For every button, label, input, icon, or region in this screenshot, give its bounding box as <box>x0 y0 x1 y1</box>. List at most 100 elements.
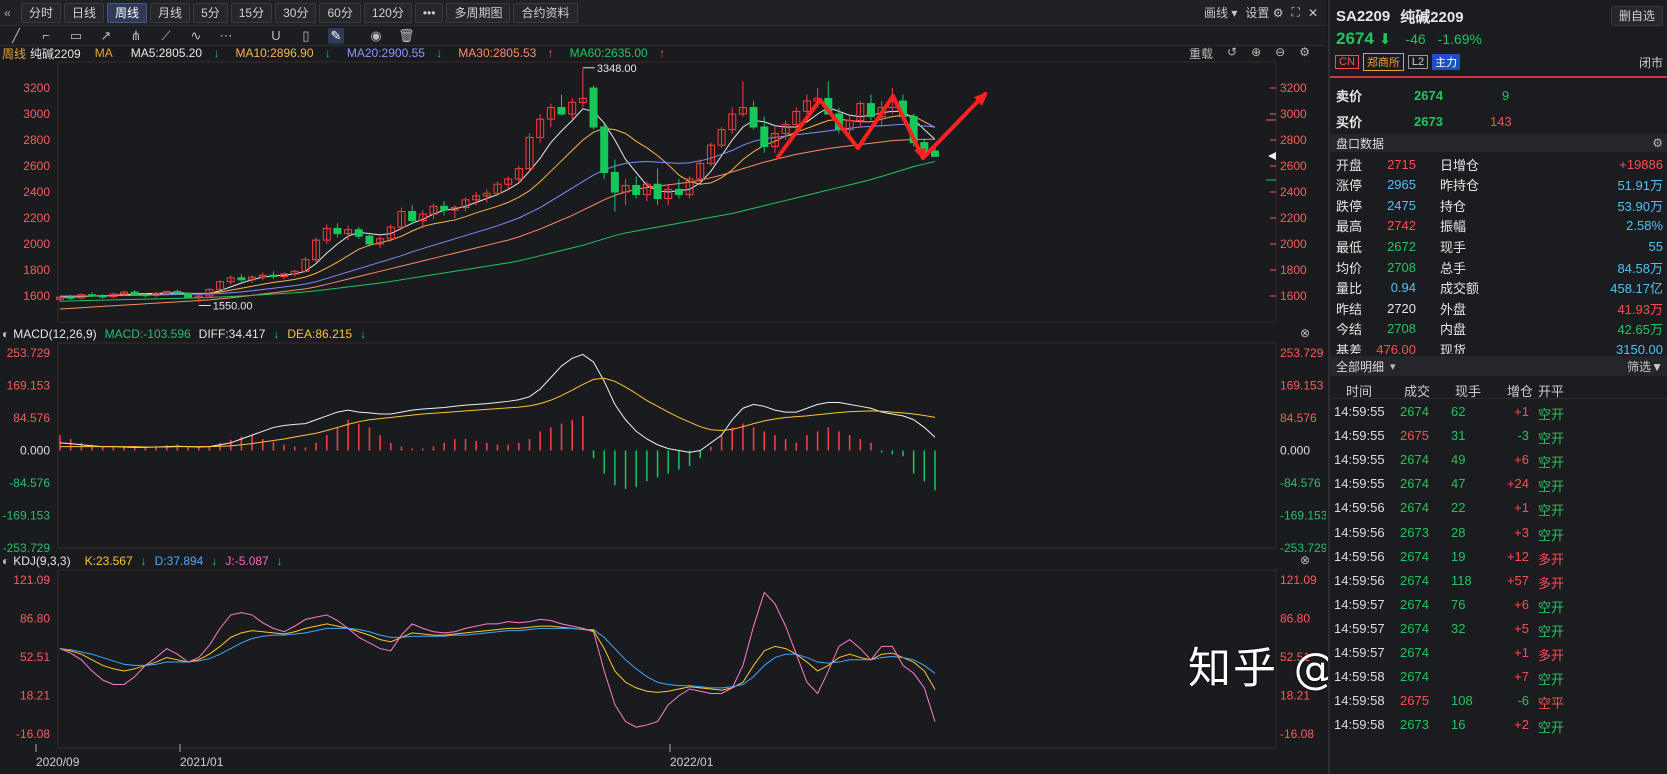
close-pane-icon[interactable]: ⊗ <box>1300 553 1310 567</box>
ma-line-ma20 <box>60 123 936 297</box>
close-pane-icon[interactable]: ⊗ <box>1300 326 1310 340</box>
undo-icon[interactable]: ↺ <box>1227 45 1237 62</box>
trade-row[interactable]: 14:59:57 2674 32 +5 空开 <box>1330 618 1667 640</box>
trade-row[interactable]: 14:59:58 2674 +7 空开 <box>1330 666 1667 688</box>
period-button-7[interactable]: 60分 <box>319 2 361 23</box>
zoom-out-icon[interactable]: ⊖ <box>1275 45 1285 62</box>
trade-col-header[interactable]: 现手 <box>1455 381 1481 400</box>
stat-value: 2672 <box>1387 238 1416 254</box>
trade-row[interactable]: 14:59:57 2674 76 +6 空开 <box>1330 594 1667 616</box>
stat-label: 振幅 <box>1440 219 1467 235</box>
trade-row[interactable]: 14:59:58 2673 16 +2 空开 <box>1330 714 1667 736</box>
ma-line-ma60 <box>59 160 936 302</box>
filter-button[interactable]: 筛选▼ <box>1627 358 1663 375</box>
trade-row[interactable]: 14:59:57 2674 +1 多开 <box>1330 642 1667 664</box>
gear-icon[interactable]: ⚙ <box>1652 136 1663 150</box>
trading-window: « 分时 日线 周线 月线 5分 15分 30分 60分 120分 ••• 多周期图 合约资料 画线 … <box>0 0 1667 774</box>
wave-tool-icon[interactable]: ∿ <box>188 28 204 44</box>
trade-row[interactable]: 14:59:55 2674 49 +6 空开 <box>1330 449 1667 471</box>
node-tool-icon[interactable]: ⌐ <box>38 28 54 43</box>
trade-cell: 空开 <box>1538 599 1565 615</box>
candle-body <box>280 273 289 277</box>
candle-body <box>888 100 897 108</box>
trade-cell: +6 <box>1514 452 1529 468</box>
period-button-3[interactable]: 月线 <box>150 2 191 23</box>
trade-col-header[interactable]: 成交 <box>1404 381 1430 400</box>
period-button-4[interactable]: 5分 <box>193 2 228 23</box>
trade-row[interactable]: 14:59:56 2673 28 +3 空开 <box>1330 522 1667 544</box>
candle-body <box>834 113 843 131</box>
remove-favorite-button[interactable]: 删自选 <box>1610 6 1663 26</box>
magnet-icon[interactable]: U <box>268 28 284 43</box>
arrow-up-icon: ↑ <box>659 46 666 60</box>
period-button-9[interactable]: ••• <box>414 2 444 23</box>
polyline-tool-icon[interactable]: ⟋ <box>158 28 174 44</box>
period-button-5[interactable]: 15分 <box>230 2 273 23</box>
gear-icon[interactable]: ⚙ <box>1299 45 1310 62</box>
trade-cell: 空开 <box>1538 720 1565 736</box>
settings-button[interactable]: 设置 ⚙ <box>1245 4 1283 21</box>
trade-row[interactable]: 14:59:55 2674 62 +1 空开 <box>1330 401 1667 423</box>
candle-body <box>792 110 801 125</box>
period-button-11[interactable]: 合约资料 <box>513 2 578 23</box>
expand-icon[interactable]: ◐ <box>2 327 9 341</box>
lock-icon[interactable]: ▯ <box>298 28 314 44</box>
pen-icon[interactable]: ✎ <box>328 27 344 44</box>
trade-row[interactable]: 14:59:58 2675 108 -6 空平 <box>1330 690 1667 712</box>
expand-icon[interactable]: ◐ <box>2 554 9 568</box>
trade-cell: 2673 <box>1400 717 1429 733</box>
tag-main: 主力 <box>1432 54 1461 70</box>
period-button-2[interactable]: 周线 <box>107 2 148 23</box>
arrow-down-icon: ↓ <box>213 46 220 60</box>
period-button-6[interactable]: 30分 <box>275 2 317 23</box>
draw-line-button[interactable]: 画线 ▾ <box>1204 4 1237 21</box>
trade-cell: 2674 <box>1400 596 1429 612</box>
y-tick-right: -169.153 <box>1280 509 1326 523</box>
period-button-8[interactable]: 120分 <box>363 2 412 23</box>
y-tick-right: 86.80 <box>1280 611 1310 625</box>
more-tool-icon[interactable]: ⋯ <box>218 28 234 44</box>
trade-col-header[interactable]: 时间 <box>1346 381 1372 400</box>
trade-cell: 76 <box>1451 596 1466 612</box>
candle-body <box>909 116 918 144</box>
chart-area[interactable]: 1600 1600 1800 1800 2000 2000 2200 2200 2400 2400… <box>0 0 1326 774</box>
stat-value: 2742 <box>1387 218 1416 234</box>
settings-label: 设置 <box>1245 6 1270 20</box>
trade-row[interactable]: 14:59:56 2674 19 +12 多开 <box>1330 546 1667 568</box>
period-button-10[interactable]: 多周期图 <box>446 2 511 23</box>
close-icon[interactable]: ✕ <box>1308 6 1318 20</box>
trade-cell: 28 <box>1451 524 1466 540</box>
trade-cell: +1 <box>1514 404 1529 419</box>
detail-title[interactable]: 全部明细 <box>1336 358 1384 375</box>
fullscreen-icon[interactable]: ⛶ <box>1292 5 1300 20</box>
y-tick-left: 2000 <box>23 237 50 251</box>
trade-row[interactable]: 14:59:56 2674 22 +1 空开 <box>1330 497 1667 519</box>
ma5-value: MA5:2805.20 ↓ <box>131 46 228 60</box>
rect-tool-icon[interactable]: ▭ <box>68 28 84 44</box>
line-tool-icon[interactable]: ╱ <box>8 28 24 44</box>
period-button-1[interactable]: 日线 <box>64 2 105 23</box>
collapse-icon[interactable]: « <box>4 6 18 20</box>
trade-cell: 2675 <box>1400 428 1429 444</box>
trade-row[interactable]: 14:59:56 2674 118 +57 多开 <box>1330 570 1667 592</box>
candle-body <box>514 168 523 180</box>
trash-icon[interactable]: 🗑 <box>398 28 415 44</box>
chevron-down-icon[interactable]: ▾ <box>1390 360 1396 373</box>
trade-col-header[interactable]: 增仓 <box>1507 381 1533 400</box>
period-button-0[interactable]: 分时 <box>21 2 62 23</box>
candle-body <box>802 100 811 112</box>
trade-row[interactable]: 14:59:55 2675 31 -3 空开 <box>1330 425 1667 447</box>
candle-body <box>461 199 470 209</box>
fork-tool-icon[interactable]: ⋔ <box>128 28 144 44</box>
zoom-in-icon[interactable]: ⊕ <box>1251 45 1261 62</box>
y-tick-right: 2400 <box>1280 185 1307 199</box>
candle-body <box>429 205 438 215</box>
arrow-tool-icon[interactable]: ↗ <box>98 28 114 44</box>
trade-detail-table[interactable]: 时间 成交 现手 增仓 开平 14:59:55 2674 62 +1 空开 14:59:55 2675… <box>1330 377 1667 774</box>
dea-line <box>60 377 936 448</box>
eye-icon[interactable]: ◉ <box>368 28 384 44</box>
trade-row[interactable]: 14:59:55 2674 47 +24 空开 <box>1330 473 1667 495</box>
trade-col-header[interactable]: 开平 <box>1538 381 1564 400</box>
macd-title: MACD(12,26,9) <box>13 327 97 341</box>
reload-button[interactable]: 重载 <box>1189 45 1213 62</box>
